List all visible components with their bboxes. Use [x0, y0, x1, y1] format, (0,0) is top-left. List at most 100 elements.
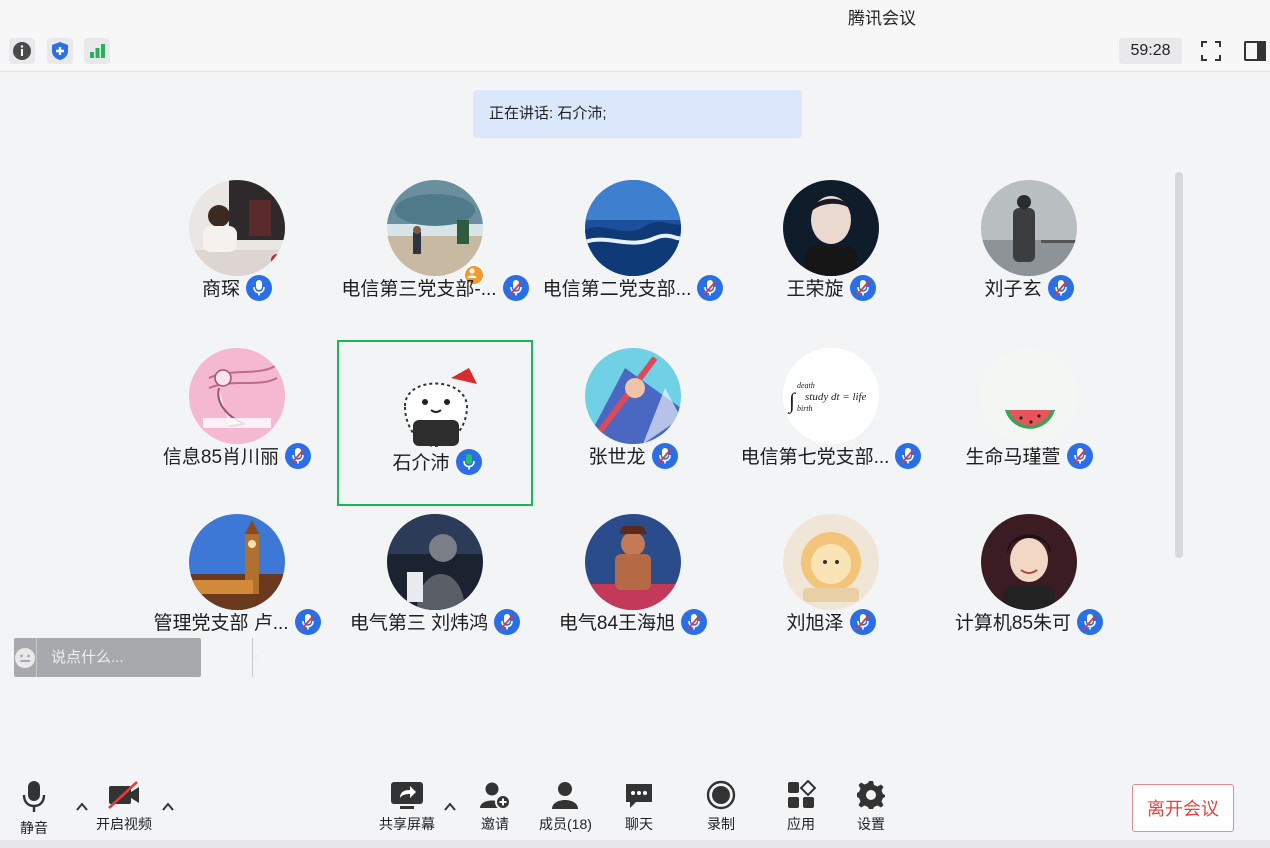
chat-bubble-icon	[626, 784, 652, 808]
svg-text:death: death	[797, 381, 815, 390]
participant-tile[interactable]: 王荣旋	[733, 166, 929, 332]
chat-button[interactable]: 聊天	[624, 780, 654, 834]
participant-tile[interactable]: 电气84王海旭	[535, 500, 731, 666]
video-options-chevron-icon[interactable]	[161, 800, 175, 814]
avatar	[981, 180, 1077, 276]
avatar	[387, 180, 483, 276]
meeting-info-bar: 59:28	[0, 30, 1270, 72]
participant-tile[interactable]: 张世龙	[535, 334, 731, 500]
meeting-timer: 59:28	[1119, 38, 1182, 64]
apps-button[interactable]: 应用	[786, 780, 816, 834]
emoji-icon[interactable]	[14, 638, 37, 677]
muted-microphone-icon	[285, 442, 312, 469]
svg-text:study dt = life: study dt = life	[805, 391, 867, 403]
participant-tile[interactable]: 电信第二党支部...	[535, 166, 731, 332]
participant-tile[interactable]: 电信第三党支部-...	[337, 166, 533, 332]
shield-icon[interactable]	[47, 38, 73, 64]
participant-name: 生命马瑾萱	[965, 447, 1061, 468]
participant-name: 刘旭泽	[786, 613, 844, 634]
invite-label: 邀请	[481, 816, 509, 832]
start-video-label: 开启视频	[96, 816, 152, 832]
participant-name: 商琛	[201, 279, 240, 300]
info-icon[interactable]	[9, 38, 35, 64]
participant-tile[interactable]: 商琛	[139, 166, 335, 332]
participant-tile[interactable]: 计算机85朱可	[931, 500, 1127, 666]
members-label: 成员(18)	[539, 816, 592, 832]
muted-microphone-icon	[651, 442, 678, 469]
participant-tile-active-speaker[interactable]: 石介沛	[337, 340, 533, 506]
grid-scrollbar[interactable]	[1175, 172, 1183, 558]
sidebar-toggle-icon[interactable]	[1242, 38, 1268, 64]
muted-microphone-icon	[895, 442, 922, 469]
participant-name: 电气第三 刘炜鸿	[349, 613, 489, 634]
video-off-icon	[108, 781, 139, 809]
avatar: ∫ death study dt = life birth	[783, 348, 879, 444]
participant-tile[interactable]: 刘旭泽	[733, 500, 929, 666]
avatar	[189, 348, 285, 444]
participant-name: 信息85肖川丽	[162, 447, 280, 468]
leave-meeting-button[interactable]: 离开会议	[1132, 784, 1234, 832]
mute-label: 静音	[20, 820, 48, 836]
muted-microphone-icon	[697, 274, 724, 301]
bottom-strip	[0, 840, 1270, 848]
participant-tile[interactable]: 信息85肖川丽	[139, 334, 335, 500]
start-video-button[interactable]: 开启视频	[96, 780, 152, 834]
apps-label: 应用	[787, 816, 815, 832]
muted-microphone-icon	[849, 274, 876, 301]
participant-name: 电气84王海旭	[558, 613, 676, 634]
chat-label: 聊天	[625, 816, 653, 832]
avatar	[783, 514, 879, 610]
gear-icon	[857, 781, 885, 809]
avatar	[783, 180, 879, 276]
avatar	[981, 348, 1077, 444]
participant-name: 电信第三党支部-...	[341, 279, 497, 300]
chat-input[interactable]	[37, 637, 252, 678]
participant-tile[interactable]: 电气第三 刘炜鸿	[337, 500, 533, 666]
muted-microphone-icon	[1066, 442, 1093, 469]
avatar	[387, 354, 483, 450]
participant-name: 刘子玄	[984, 279, 1042, 300]
muted-microphone-icon	[294, 608, 321, 635]
muted-microphone-icon	[681, 608, 708, 635]
avatar	[387, 514, 483, 610]
participant-tile[interactable]: 生命马瑾萱	[931, 334, 1127, 500]
fullscreen-icon[interactable]	[1198, 38, 1224, 64]
muted-microphone-icon	[502, 274, 529, 301]
participant-tile[interactable]: 刘子玄	[931, 166, 1127, 332]
chat-input-box: ‹	[14, 637, 259, 678]
record-icon	[706, 780, 736, 810]
avatar	[189, 514, 285, 610]
record-button[interactable]: 录制	[705, 780, 737, 834]
share-options-chevron-icon[interactable]	[443, 800, 457, 814]
participant-name: 电信第二党支部...	[542, 279, 692, 300]
settings-button[interactable]: 设置	[856, 780, 886, 834]
speaking-microphone-icon	[455, 448, 482, 475]
members-button[interactable]: 成员(18)	[539, 780, 592, 834]
participant-name: 石介沛	[392, 453, 450, 474]
microphone-icon	[22, 781, 46, 812]
mute-button[interactable]: 静音	[20, 780, 48, 838]
share-screen-label: 共享屏幕	[379, 816, 435, 832]
participant-name: 王荣旋	[786, 279, 844, 300]
participant-tile[interactable]: ∫ death study dt = life birth 电信第七党支部...	[733, 334, 929, 500]
app-title: 腾讯会议	[848, 9, 916, 28]
participant-name: 管理党支部 卢...	[153, 613, 289, 634]
audio-options-chevron-icon[interactable]	[75, 800, 89, 814]
speaking-banner: 正在讲话: 石介沛;	[473, 90, 802, 138]
members-icon	[552, 782, 579, 809]
avatar	[585, 514, 681, 610]
avatar	[585, 180, 681, 276]
share-screen-button[interactable]: 共享屏幕	[379, 780, 435, 834]
participant-name: 电信第七党支部...	[740, 447, 890, 468]
settings-label: 设置	[857, 816, 885, 832]
apps-grid-icon	[788, 780, 816, 808]
signal-icon[interactable]	[84, 38, 110, 64]
muted-microphone-icon	[1047, 274, 1074, 301]
invite-button[interactable]: 邀请	[479, 780, 511, 834]
avatar	[585, 348, 681, 444]
muted-microphone-icon	[849, 608, 876, 635]
invite-user-icon	[480, 782, 511, 810]
collapse-chevron-icon[interactable]: ‹	[252, 638, 259, 677]
participant-name: 计算机85朱可	[954, 613, 1072, 634]
muted-microphone-icon	[1077, 608, 1104, 635]
